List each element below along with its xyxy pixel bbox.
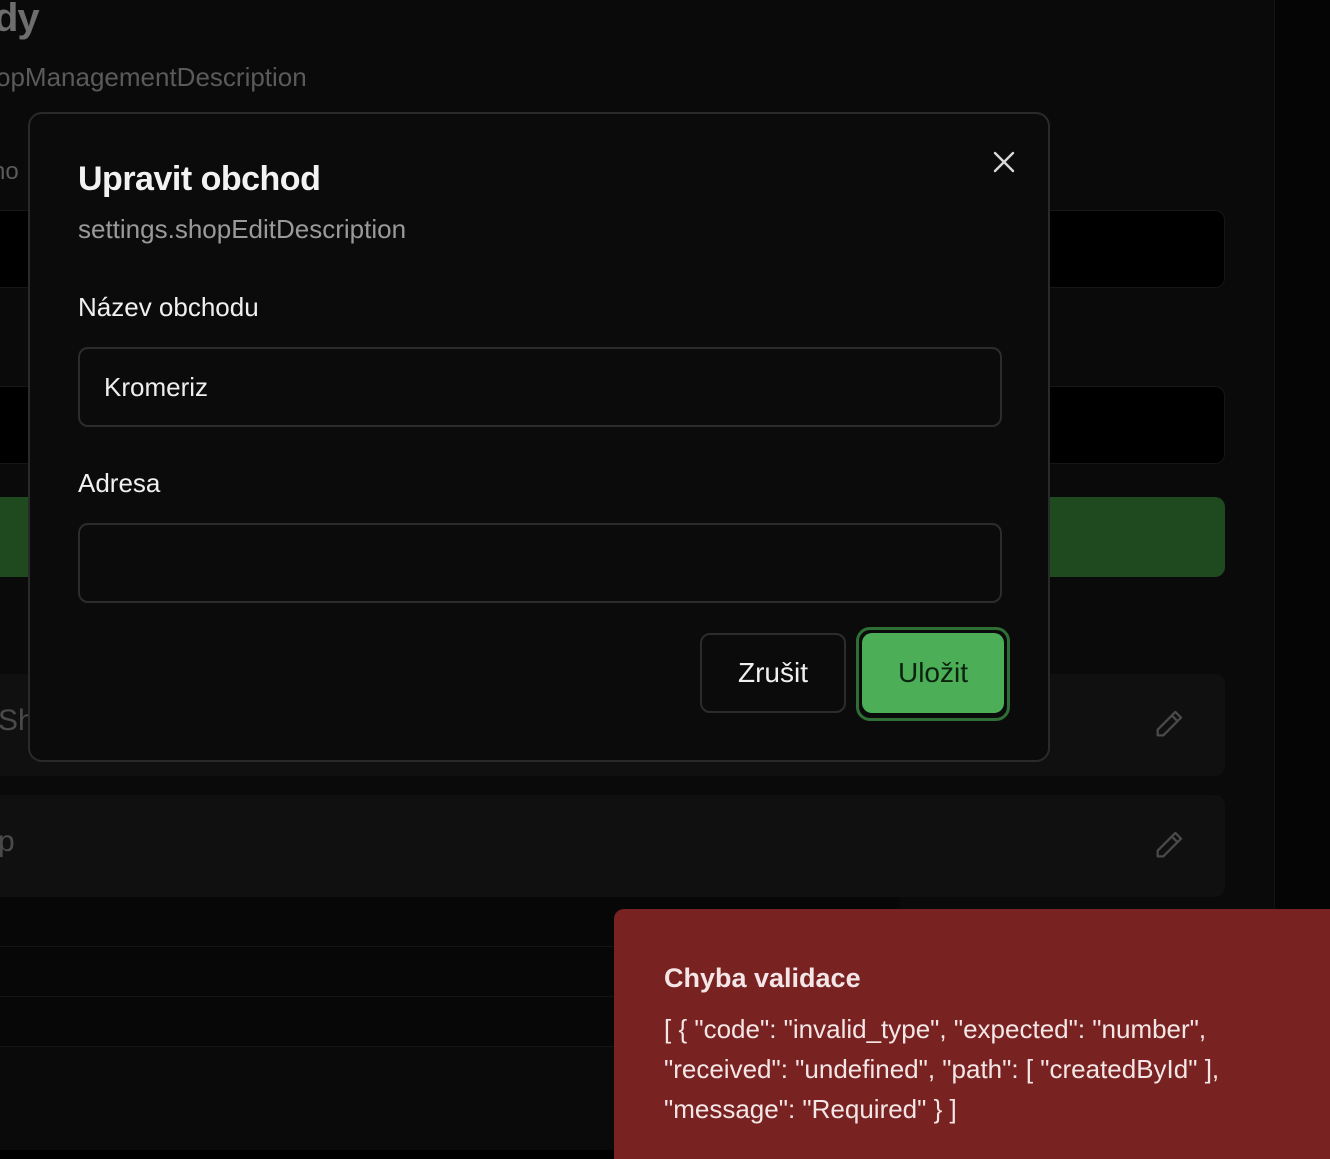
- address-label: Adresa: [78, 468, 161, 498]
- save-button[interactable]: Uložit: [862, 633, 1004, 713]
- shop-name-label: Název obchodu: [78, 292, 259, 322]
- toast-title: Chyba validace: [664, 963, 861, 993]
- dialog-title: Upravit obchod: [78, 160, 321, 198]
- edit-shop-dialog: Upravit obchod settings.shopEditDescript…: [28, 112, 1050, 762]
- page-title: dy: [0, 0, 40, 40]
- shop-card: p: [0, 795, 1225, 897]
- cancel-button[interactable]: Zrušit: [700, 633, 846, 713]
- shop-card-name: p: [0, 825, 15, 858]
- address-input[interactable]: [78, 523, 1002, 603]
- page-subtitle: opManagementDescription: [0, 62, 307, 92]
- pencil-icon: [1152, 828, 1186, 862]
- close-button[interactable]: [988, 146, 1020, 178]
- pencil-icon: [1152, 707, 1186, 741]
- close-icon: [993, 151, 1015, 173]
- error-toast[interactable]: Chyba validace [ { "code": "invalid_type…: [614, 909, 1330, 1159]
- dialog-description: settings.shopEditDescription: [78, 214, 407, 244]
- section-label: no: [0, 158, 19, 185]
- toast-message: [ { "code": "invalid_type", "expected": …: [664, 1014, 1220, 1124]
- shop-name-input[interactable]: [78, 347, 1002, 427]
